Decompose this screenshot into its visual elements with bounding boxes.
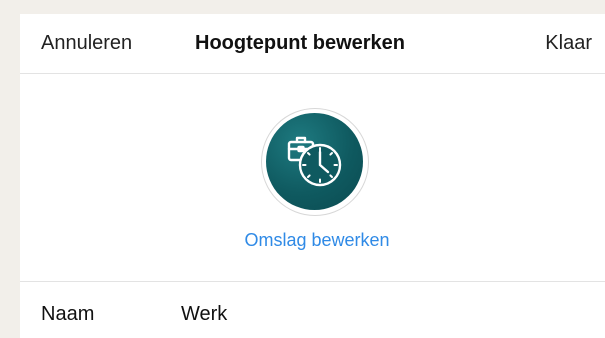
nav-bar: Annuleren Hoogtepunt bewerken Klaar (20, 14, 605, 74)
cancel-button[interactable]: Annuleren (41, 32, 132, 55)
page-title: Hoogtepunt bewerken (195, 32, 406, 54)
edit-cover-link[interactable]: Omslag bewerken (20, 230, 605, 251)
done-button[interactable]: Klaar (545, 32, 592, 55)
name-row: Naam Werk (20, 282, 605, 338)
edit-highlight-panel: Annuleren Hoogtepunt bewerken Klaar Omsl… (20, 14, 605, 338)
briefcase-clock-icon (287, 136, 342, 187)
cover-section: Omslag bewerken (20, 74, 605, 282)
name-label: Naam (41, 303, 95, 325)
name-input[interactable]: Werk (181, 303, 227, 326)
cover-ring (261, 108, 369, 216)
cover-image[interactable] (266, 113, 363, 210)
